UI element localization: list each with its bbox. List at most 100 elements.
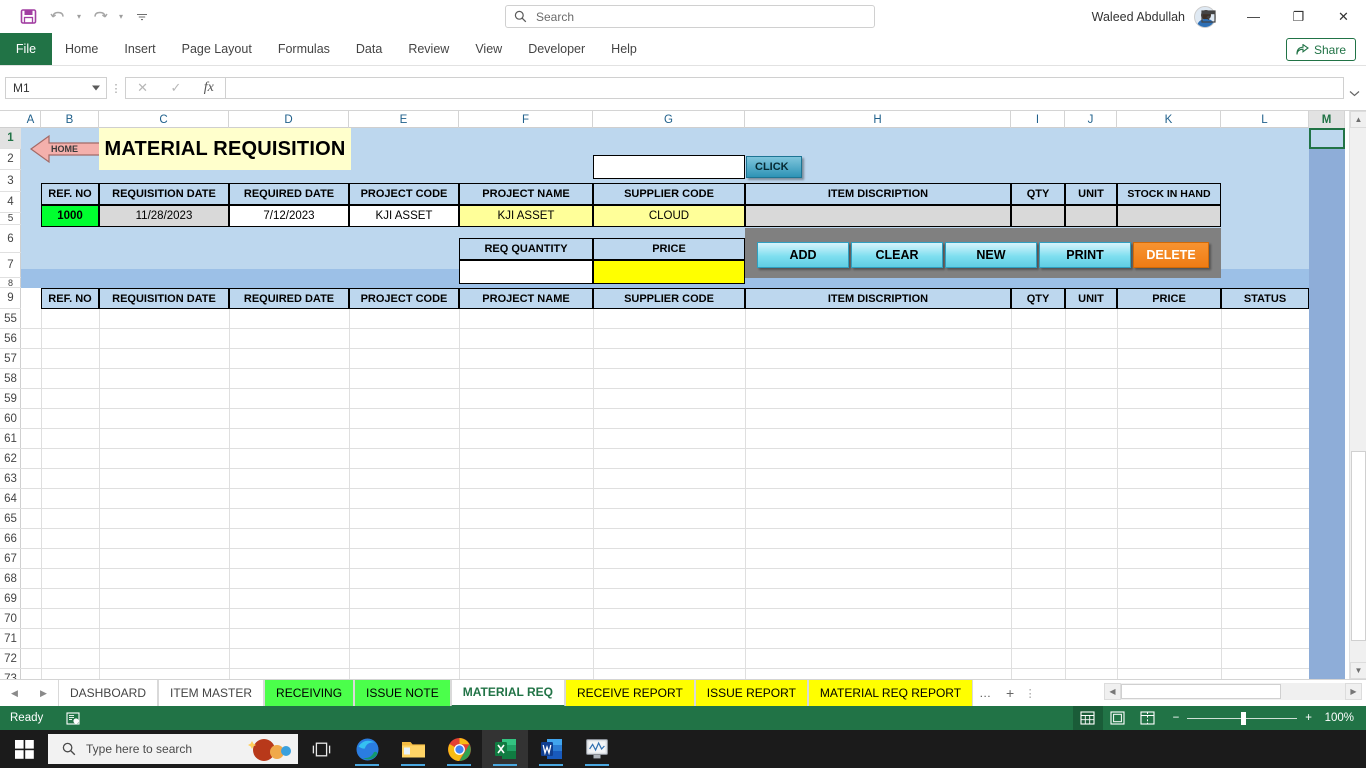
row-header-68[interactable]: 68 — [0, 569, 21, 589]
row-header-7[interactable]: 7 — [0, 253, 21, 278]
column-header-E[interactable]: E — [349, 111, 459, 128]
row-header-63[interactable]: 63 — [0, 469, 21, 489]
column-header-B[interactable]: B — [41, 111, 99, 128]
scroll-down-icon[interactable]: ▼ — [1350, 662, 1366, 679]
sheet-tab-receiving[interactable]: RECEIVING — [264, 679, 355, 707]
row-header-64[interactable]: 64 — [0, 489, 21, 509]
file-explorer-icon[interactable] — [390, 730, 436, 768]
formula-input[interactable] — [225, 77, 1344, 99]
tab-file[interactable]: File — [0, 33, 52, 65]
redo-icon[interactable] — [86, 5, 114, 29]
entry-value-stock-in-hand[interactable] — [1117, 205, 1221, 227]
undo-dropdown-caret-icon[interactable]: ▾ — [74, 12, 84, 21]
column-header-G[interactable]: G — [593, 111, 745, 128]
scroll-right-icon[interactable]: ▶ — [1345, 683, 1362, 700]
previous-sheet-icon[interactable]: ◀ — [11, 688, 18, 699]
name-box-dropdown-icon[interactable] — [92, 85, 100, 91]
tab-insert[interactable]: Insert — [111, 33, 168, 65]
sheet-tab-material-req-report[interactable]: MATERIAL REQ REPORT — [807, 679, 974, 707]
sub-value-req-quantity[interactable] — [459, 260, 593, 284]
all-sheets-menu-icon[interactable]: ⋮ — [1023, 687, 1037, 700]
page-layout-view-icon[interactable] — [1103, 706, 1133, 730]
minimize-button[interactable]: — — [1231, 0, 1276, 33]
row-header-71[interactable]: 71 — [0, 629, 21, 649]
sheet-tab-dashboard[interactable]: DASHBOARD — [58, 679, 159, 707]
row-header-5[interactable]: 5 — [0, 213, 21, 225]
click-button[interactable]: CLICK — [746, 156, 802, 178]
name-box[interactable]: M1 — [5, 77, 107, 99]
save-icon[interactable] — [14, 5, 42, 29]
row-header-67[interactable]: 67 — [0, 549, 21, 569]
horizontal-scrollbar[interactable]: ◀ ▶ — [1104, 683, 1362, 700]
row-header-55[interactable]: 55 — [0, 309, 21, 329]
page-break-preview-icon[interactable] — [1133, 706, 1163, 730]
active-cell-M1[interactable] — [1309, 128, 1345, 149]
row-header-57[interactable]: 57 — [0, 349, 21, 369]
column-header-I[interactable]: I — [1011, 111, 1065, 128]
column-header-M[interactable]: M — [1309, 111, 1345, 128]
add-sheet-button[interactable]: + — [997, 680, 1023, 707]
tab-developer[interactable]: Developer — [515, 33, 598, 65]
entry-value-unit[interactable] — [1065, 205, 1117, 227]
microsoft-edge-icon[interactable] — [344, 730, 390, 768]
row-header-59[interactable]: 59 — [0, 389, 21, 409]
redo-dropdown-caret-icon[interactable]: ▾ — [116, 12, 126, 21]
macro-record-icon[interactable] — [65, 711, 81, 725]
row-header-65[interactable]: 65 — [0, 509, 21, 529]
taskbar-search-input[interactable]: Type here to search — [48, 734, 298, 764]
horizontal-scroll-track[interactable] — [1121, 683, 1345, 700]
close-button[interactable]: ✕ — [1321, 0, 1366, 33]
tab-view[interactable]: View — [462, 33, 515, 65]
row-header-62[interactable]: 62 — [0, 449, 21, 469]
row-header-69[interactable]: 69 — [0, 589, 21, 609]
start-button-icon[interactable] — [0, 730, 48, 768]
tab-data[interactable]: Data — [343, 33, 395, 65]
cancel-formula-icon[interactable]: ✕ — [137, 80, 148, 96]
delete-button[interactable]: DELETE — [1133, 242, 1209, 268]
tab-home[interactable]: Home — [52, 33, 111, 65]
task-view-icon[interactable] — [298, 730, 344, 768]
sheet-tab-issue-note[interactable]: ISSUE NOTE — [354, 679, 451, 707]
vertical-scrollbar[interactable]: ▲ ▼ — [1349, 111, 1366, 679]
share-button[interactable]: Share — [1285, 38, 1356, 61]
column-header-C[interactable]: C — [99, 111, 229, 128]
entry-value-ref-no[interactable]: 1000 — [41, 205, 99, 227]
zoom-in-button[interactable]: + — [1305, 712, 1312, 724]
row-header-73[interactable]: 73 — [0, 669, 21, 680]
add-button[interactable]: ADD — [757, 242, 849, 268]
customize-quick-access-toolbar-icon[interactable] — [128, 5, 156, 29]
vertical-scroll-thumb[interactable] — [1351, 451, 1366, 641]
row-header-72[interactable]: 72 — [0, 649, 21, 669]
entry-value-item-discription[interactable] — [745, 205, 1011, 227]
entry-value-project-name[interactable]: KJI ASSET — [459, 205, 593, 227]
row-header-58[interactable]: 58 — [0, 369, 21, 389]
normal-view-icon[interactable] — [1072, 706, 1103, 730]
row-header-4[interactable]: 4 — [0, 192, 21, 213]
horizontal-scroll-thumb[interactable] — [1121, 684, 1281, 699]
scroll-up-icon[interactable]: ▲ — [1350, 111, 1366, 128]
new-button[interactable]: NEW — [945, 242, 1037, 268]
entry-value-required-date[interactable]: 7/12/2023 — [229, 205, 349, 227]
row-header-1[interactable]: 1 — [0, 128, 21, 149]
column-header-F[interactable]: F — [459, 111, 593, 128]
row-header-9[interactable]: 9 — [0, 288, 21, 309]
sheet-tab-overflow-icon[interactable]: … — [973, 686, 997, 700]
sub-value-price[interactable] — [593, 260, 745, 284]
row-header-2[interactable]: 2 — [0, 149, 21, 170]
column-header-A[interactable]: A — [21, 111, 41, 128]
tab-formulas[interactable]: Formulas — [265, 33, 343, 65]
restore-button[interactable]: ❐ — [1276, 0, 1321, 33]
column-header-D[interactable]: D — [229, 111, 349, 128]
microsoft-word-icon[interactable] — [528, 730, 574, 768]
column-header-H[interactable]: H — [745, 111, 1011, 128]
column-header-L[interactable]: L — [1221, 111, 1309, 128]
row-header-6[interactable]: 6 — [0, 225, 21, 253]
zoom-slider[interactable]: − + — [1163, 711, 1322, 725]
undo-icon[interactable] — [44, 5, 72, 29]
enter-formula-icon[interactable]: ✓ — [170, 80, 181, 96]
insert-function-icon[interactable]: fx — [204, 80, 214, 96]
clear-button[interactable]: CLEAR — [851, 242, 943, 268]
entry-value-requisition-date[interactable]: 11/28/2023 — [99, 205, 229, 227]
zoom-out-button[interactable]: − — [1173, 712, 1180, 724]
ribbon-display-options-icon[interactable] — [1186, 0, 1231, 33]
